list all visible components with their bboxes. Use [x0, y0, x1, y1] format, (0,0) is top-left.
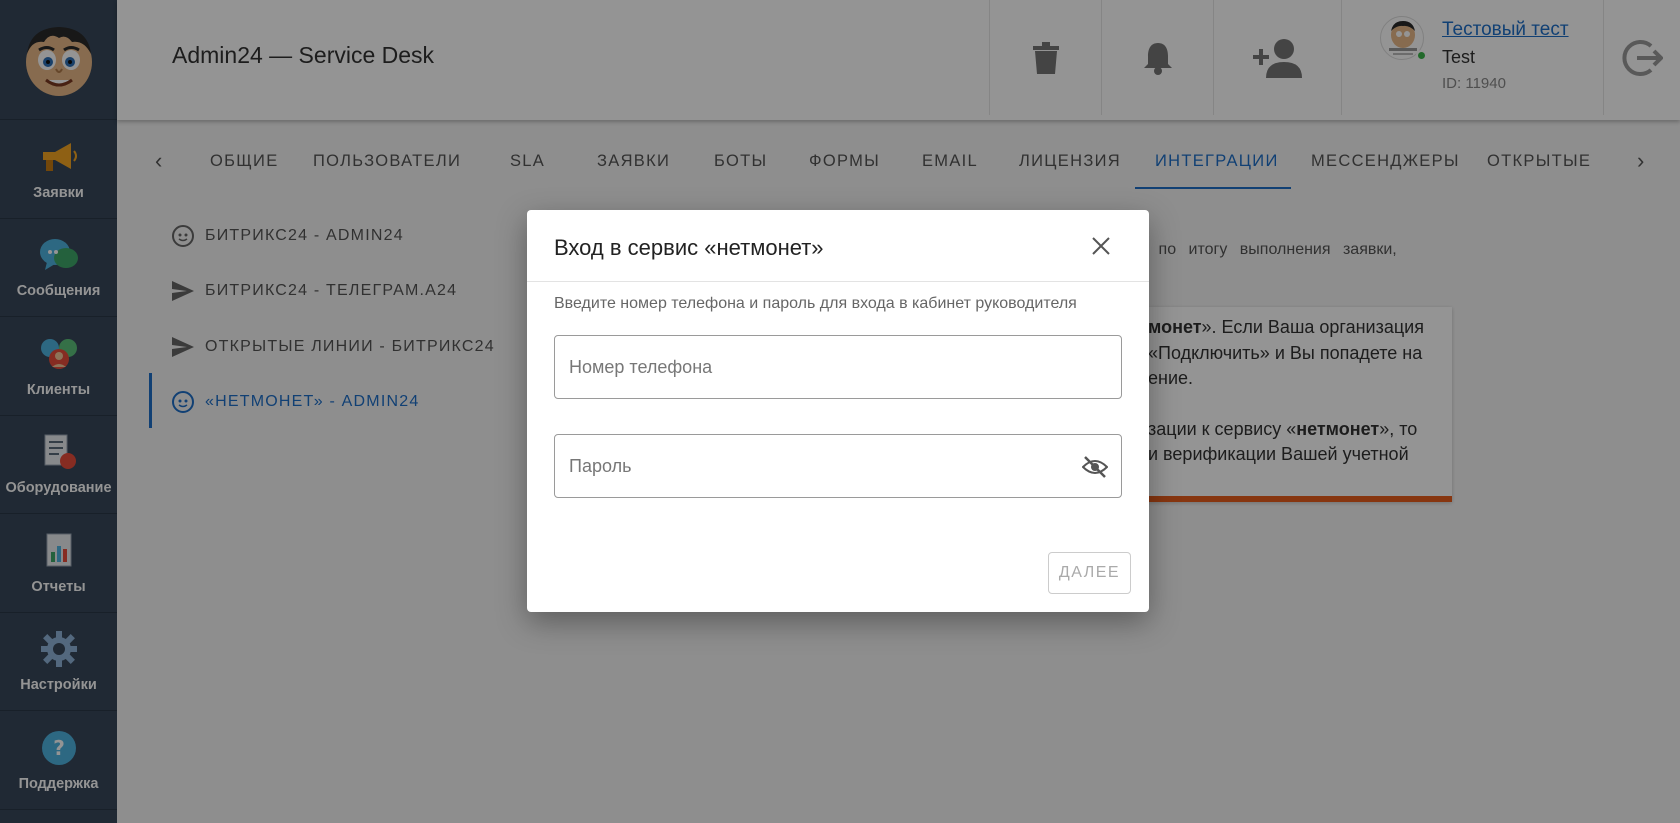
password-input[interactable]	[569, 435, 1069, 497]
dialog-title: Вход в сервис «нетмонет»	[554, 235, 824, 260]
dialog-divider	[527, 281, 1149, 282]
phone-field	[554, 335, 1122, 399]
next-button[interactable]: ДАЛЕЕ	[1048, 552, 1131, 594]
login-dialog: Вход в сервис «нетмонет» Введите номер т…	[527, 210, 1149, 612]
close-icon	[1092, 237, 1110, 255]
toggle-password-visibility-button[interactable]	[1081, 453, 1109, 481]
dialog-description: Введите номер телефона и пароль для вход…	[554, 295, 1077, 312]
phone-input[interactable]	[569, 336, 1069, 398]
password-field	[554, 434, 1122, 498]
eye-off-icon	[1082, 456, 1108, 478]
close-button[interactable]	[1087, 232, 1115, 260]
